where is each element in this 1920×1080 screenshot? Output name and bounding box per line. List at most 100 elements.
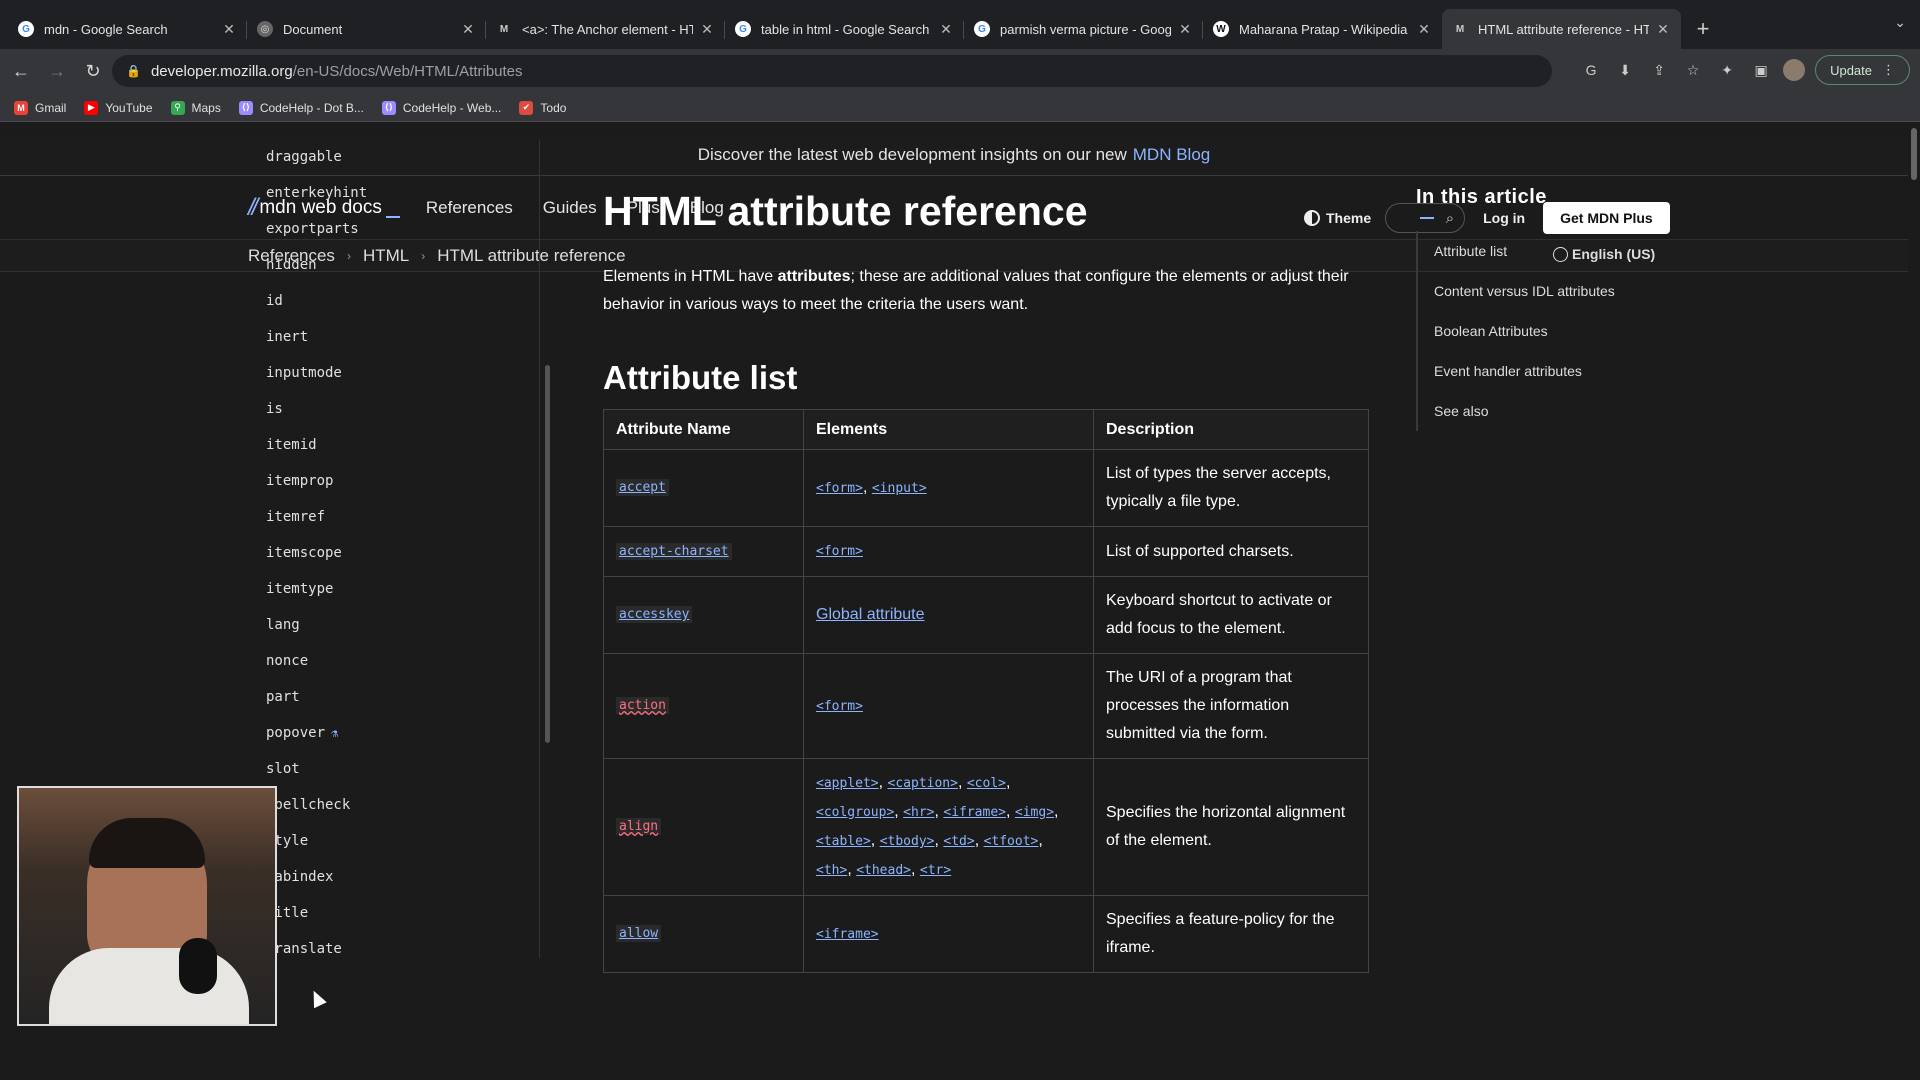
- toc-link[interactable]: Attribute list: [1434, 231, 1716, 271]
- sidebar-item-hidden[interactable]: hidden: [266, 247, 536, 283]
- close-icon[interactable]: ✕: [221, 21, 237, 38]
- attribute-link-align[interactable]: align: [616, 818, 662, 835]
- element-link[interactable]: <iframe>: [816, 927, 879, 942]
- sidebar-item-enterkeyhint[interactable]: enterkeyhint: [266, 175, 536, 211]
- sidebar-item-slot[interactable]: slot: [266, 751, 536, 787]
- attribute-link-accept-charset[interactable]: accept-charset: [616, 542, 732, 560]
- browser-tab[interactable]: M <a>: The Anchor element - HT ✕: [486, 9, 725, 49]
- sidebar-item-part[interactable]: part: [266, 679, 536, 715]
- sidebar-item-exportparts[interactable]: exportparts: [266, 211, 536, 247]
- sidebar-item-spellcheck[interactable]: spellcheck: [266, 787, 536, 823]
- element-link[interactable]: <form>: [816, 481, 863, 496]
- back-icon[interactable]: ←: [6, 57, 36, 87]
- sidebar-item-itemid[interactable]: itemid: [266, 427, 536, 463]
- bookmark-item[interactable]: M Gmail: [14, 100, 66, 115]
- toc-link[interactable]: See also: [1434, 391, 1716, 431]
- sidebar-item-itemprop[interactable]: itemprop: [266, 463, 536, 499]
- forward-icon[interactable]: →: [42, 57, 72, 87]
- element-link[interactable]: <tbody>: [880, 834, 935, 849]
- element-link[interactable]: <hr>: [903, 805, 934, 820]
- element-link[interactable]: <input>: [872, 481, 927, 496]
- new-tab-icon[interactable]: +: [1687, 13, 1719, 45]
- close-icon[interactable]: ✕: [1655, 21, 1671, 38]
- element-link[interactable]: <col>: [967, 776, 1006, 791]
- sidebar-item-tabindex[interactable]: tabindex: [266, 859, 536, 895]
- browser-tab[interactable]: Gparmish verma picture - Googl ✕: [964, 9, 1203, 49]
- toc-link[interactable]: Content versus IDL attributes: [1434, 271, 1716, 311]
- global-attribute-link[interactable]: Global attribute: [816, 606, 925, 623]
- toc-list: Attribute list Content versus IDL attribu…: [1416, 231, 1716, 431]
- sidebar-item-inert[interactable]: inert: [266, 319, 536, 355]
- toc-link[interactable]: Event handler attributes: [1434, 351, 1716, 391]
- element-link[interactable]: <tr>: [920, 863, 951, 878]
- sidebar-item-popover[interactable]: popover ⚗: [266, 715, 536, 751]
- bookmark-item[interactable]: ▶ YouTube: [84, 100, 153, 115]
- presenter-shirt: [49, 948, 249, 1024]
- install-icon[interactable]: ⬇: [1613, 58, 1637, 82]
- element-link[interactable]: <table>: [816, 834, 871, 849]
- attribute-link-allow[interactable]: allow: [616, 925, 662, 942]
- sidebar-item-lang[interactable]: lang: [266, 607, 536, 643]
- nav-guides[interactable]: Guides: [543, 198, 597, 218]
- sidebar-item-inputmode[interactable]: inputmode: [266, 355, 536, 391]
- element-link[interactable]: <iframe>: [943, 805, 1006, 820]
- page-scroll-thumb[interactable]: [1911, 128, 1917, 180]
- page-scrollbar[interactable]: [1908, 122, 1920, 1080]
- side-panel-icon[interactable]: ▣: [1749, 58, 1773, 82]
- description-cell: Keyboard shortcut to activate or add foc…: [1093, 576, 1369, 654]
- sidebar-item-nonce[interactable]: nonce: [266, 643, 536, 679]
- element-link[interactable]: <thead>: [856, 863, 911, 878]
- reload-icon[interactable]: ↻: [78, 57, 108, 87]
- sidebar-item-label: is: [266, 401, 283, 417]
- tab-search-icon[interactable]: ⌄: [1894, 14, 1906, 31]
- google-lens-icon[interactable]: G: [1579, 58, 1603, 82]
- sidebar-item-itemref[interactable]: itemref: [266, 499, 536, 535]
- browser-tab[interactable]: Gtable in html - Google Search ✕: [725, 9, 964, 49]
- sidebar-item-title[interactable]: title: [266, 895, 536, 931]
- url-host: developer.mozilla.org: [150, 62, 293, 80]
- sidebar-item-style[interactable]: style: [266, 823, 536, 859]
- close-icon[interactable]: ✕: [1177, 21, 1193, 38]
- profile-avatar[interactable]: [1783, 59, 1806, 81]
- attribute-link-accesskey[interactable]: accesskey: [616, 606, 693, 623]
- bookmark-item[interactable]: ⟨⟩ CodeHelp - Dot B...: [238, 100, 364, 115]
- attribute-link-accept[interactable]: accept: [616, 479, 669, 496]
- sidebar-item-is[interactable]: is: [266, 391, 536, 427]
- element-link[interactable]: <colgroup>: [816, 805, 894, 820]
- element-link[interactable]: <caption>: [888, 776, 958, 791]
- sidebar-item-id[interactable]: id: [266, 283, 536, 319]
- browser-tab[interactable]: Gmdn - Google Search ✕: [8, 9, 247, 49]
- sidebar-item-itemtype[interactable]: itemtype: [266, 571, 536, 607]
- sidebar-item-draggable[interactable]: draggable: [266, 139, 536, 175]
- bookmark-item[interactable]: ✔ Todo: [519, 100, 566, 115]
- star-icon[interactable]: ☆: [1681, 58, 1705, 82]
- element-link[interactable]: <td>: [943, 834, 974, 849]
- bookmark-item[interactable]: ⟨⟩ CodeHelp - Web...: [381, 100, 501, 115]
- attribute-link-action[interactable]: action: [616, 697, 669, 714]
- browser-tab[interactable]: ◎ Document ✕: [247, 9, 486, 49]
- bookmark-item[interactable]: ⚲ Maps: [170, 100, 221, 115]
- share-icon[interactable]: ⇪: [1647, 58, 1671, 82]
- sidebar-item-label: itemref: [266, 509, 326, 525]
- element-link[interactable]: <form>: [816, 699, 863, 714]
- element-link[interactable]: <tfoot>: [984, 834, 1039, 849]
- sidebar-item-itemscope[interactable]: itemscope: [266, 535, 536, 571]
- close-icon[interactable]: ✕: [699, 21, 715, 38]
- browser-tab[interactable]: W Maharana Pratap - Wikipedia ✕: [1203, 9, 1442, 49]
- address-bar[interactable]: 🔒 developer.mozilla.org/en-US/docs/Web/H…: [112, 55, 1552, 87]
- element-link[interactable]: <applet>: [816, 776, 879, 791]
- close-icon[interactable]: ✕: [938, 21, 954, 38]
- close-icon[interactable]: ✕: [460, 21, 476, 38]
- browser-tab[interactable]: M HTML attribute reference - HT ✕: [1442, 9, 1681, 49]
- update-button[interactable]: Update ⋮: [1815, 55, 1910, 85]
- element-link[interactable]: <form>: [816, 544, 863, 559]
- sidebar-scrollbar[interactable]: [545, 365, 550, 743]
- element-link[interactable]: <th>: [816, 863, 847, 878]
- sidebar-item-translate[interactable]: translate: [266, 931, 536, 967]
- extensions-icon[interactable]: ✦: [1715, 58, 1739, 82]
- main-content: HTML attribute reference Elements in HTM…: [603, 140, 1369, 973]
- toc-link[interactable]: Boolean Attributes: [1434, 311, 1716, 351]
- tab-title: mdn - Google Search: [44, 21, 168, 37]
- element-link[interactable]: <img>: [1015, 805, 1054, 820]
- close-icon[interactable]: ✕: [1416, 21, 1432, 38]
